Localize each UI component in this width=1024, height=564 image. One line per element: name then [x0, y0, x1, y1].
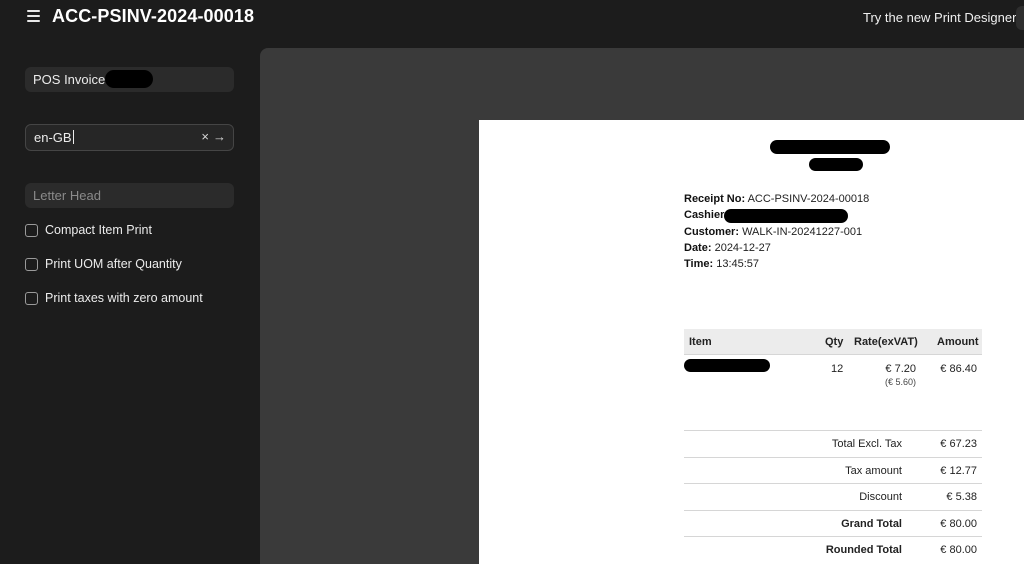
total-value: € 80.00	[940, 518, 977, 530]
print-format-value: POS Invoice	[33, 72, 106, 87]
total-label: Grand Total	[841, 518, 902, 530]
redaction-mark	[770, 140, 890, 154]
date-label: Date:	[684, 242, 712, 254]
item-amount: € 86.40	[940, 363, 977, 375]
time-value: 13:45:57	[716, 258, 760, 270]
column-rate: Rate(exVAT)	[854, 336, 918, 348]
print-format-select[interactable]: POS Invoice	[25, 67, 234, 92]
clear-icon[interactable]: ×	[201, 129, 209, 144]
receipt-number-line: Receipt No: ACC-PSINV-2024-00018	[684, 193, 869, 205]
arrow-right-icon[interactable]: →	[213, 129, 226, 144]
header-action-button[interactable]	[1016, 6, 1024, 30]
print-uom-checkbox[interactable]	[25, 257, 38, 271]
receipt-no-label: Receipt No:	[684, 193, 746, 205]
total-label: Discount	[859, 491, 902, 503]
items-table-header: Item Qty Rate(exVAT) Amount	[684, 329, 982, 355]
item-rate-excl: (€ 5.60)	[884, 377, 916, 387]
menu-icon[interactable]	[27, 10, 40, 22]
top-bar: ACC-PSINV-2024-00018 Try the new Print D…	[0, 0, 1024, 36]
total-value: € 67.23	[940, 438, 977, 450]
customer-line: Customer: WALK-IN-20241227-001	[684, 226, 862, 238]
language-value: en-GB	[34, 130, 72, 145]
language-actions: × →	[197, 129, 226, 144]
column-qty: Qty	[825, 336, 844, 348]
print-zero-tax-option[interactable]: Print taxes with zero amount	[25, 291, 203, 305]
redaction-mark	[684, 359, 770, 372]
item-qty: 12	[831, 363, 844, 375]
total-label: Tax amount	[845, 465, 902, 477]
redaction-mark	[809, 158, 863, 171]
time-label: Time:	[684, 258, 714, 270]
option-label: Print taxes with zero amount	[45, 291, 203, 305]
receipt-no-value: ACC-PSINV-2024-00018	[747, 193, 870, 205]
compact-item-print-option[interactable]: Compact Item Print	[25, 223, 152, 237]
redaction-mark	[105, 70, 153, 88]
column-amount: Amount	[937, 336, 979, 348]
total-row: Tax amount € 12.77	[684, 457, 982, 477]
time-line: Time: 13:45:57	[684, 258, 759, 270]
column-item: Item	[689, 336, 712, 348]
date-line: Date: 2024-12-27	[684, 242, 771, 254]
total-row: Total Excl. Tax € 67.23	[684, 430, 982, 450]
total-row: Grand Total € 80.00	[684, 510, 982, 530]
total-value: € 80.00	[940, 544, 977, 556]
item-rate: € 7.20	[885, 363, 916, 375]
text-caret	[72, 130, 74, 144]
page-title: ACC-PSINV-2024-00018	[52, 6, 255, 26]
print-zero-tax-checkbox[interactable]	[25, 291, 38, 305]
print-uom-option[interactable]: Print UOM after Quantity	[25, 257, 182, 271]
total-label: Total Excl. Tax	[831, 438, 902, 450]
total-row: Rounded Total € 80.00	[684, 536, 982, 556]
letter-head-select[interactable]: Letter Head	[25, 183, 234, 208]
option-label: Print UOM after Quantity	[45, 257, 182, 271]
total-value: € 12.77	[940, 465, 977, 477]
language-input[interactable]: en-GB × →	[25, 124, 234, 151]
receipt-paper: Receipt No: ACC-PSINV-2024-00018 Cashier…	[479, 120, 1024, 564]
date-value: 2024-12-27	[714, 242, 771, 254]
redaction-mark	[724, 209, 848, 223]
customer-value: WALK-IN-20241227-001	[742, 226, 863, 238]
print-settings-sidebar: POS Invoice en-GB × → Letter Head Compact…	[0, 36, 260, 564]
cashier-label: Cashier:	[684, 209, 729, 221]
total-row: Discount € 5.38	[684, 483, 982, 503]
option-label: Compact Item Print	[45, 223, 152, 237]
print-designer-link[interactable]: Try the new Print Designer	[863, 10, 1016, 25]
total-value: € 5.38	[946, 491, 977, 503]
customer-label: Customer:	[684, 226, 740, 238]
total-label: Rounded Total	[825, 544, 902, 556]
cashier-line: Cashier:	[684, 209, 728, 221]
compact-item-print-checkbox[interactable]	[25, 223, 38, 237]
